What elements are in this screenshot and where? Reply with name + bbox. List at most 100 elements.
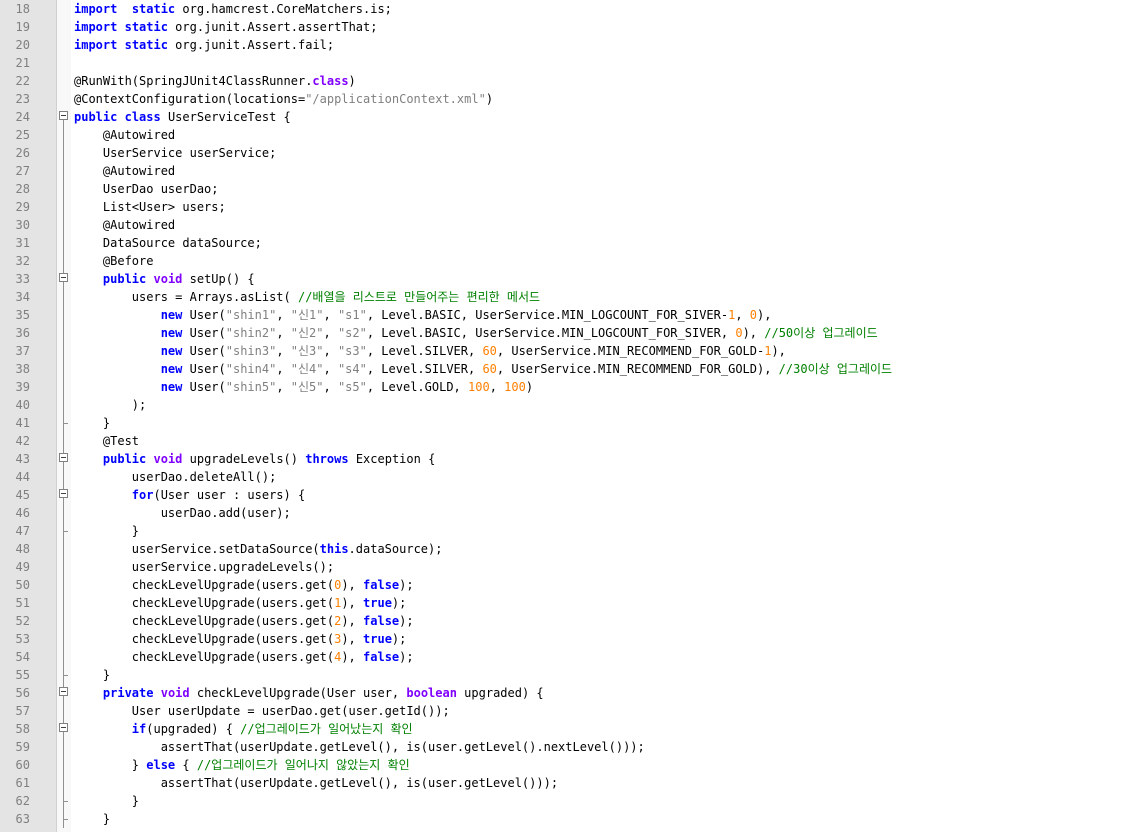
code-line[interactable]: 58 if(upgraded) { //업그레이드가 일어났는지 확인 [0, 720, 1122, 738]
collapse-icon[interactable] [59, 687, 68, 696]
code-line[interactable]: 28 UserDao userDao; [0, 180, 1122, 198]
code-line[interactable]: 32 @Before [0, 252, 1122, 270]
code-line[interactable]: 19 import static org.junit.Assert.assertT… [0, 18, 1122, 36]
fold-marker[interactable] [58, 684, 71, 702]
code-text: checkLevelUpgrade(users.get(3), true); [74, 630, 407, 648]
code-line[interactable]: 54 checkLevelUpgrade(users.get(4), false… [0, 648, 1122, 666]
code-line[interactable]: 21 [0, 54, 1122, 72]
code-line[interactable]: 18 import static org.hamcrest.CoreMatcher… [0, 0, 1122, 18]
code-line[interactable]: 52 checkLevelUpgrade(users.get(2), false… [0, 612, 1122, 630]
code-number: 60 [482, 362, 497, 376]
code-line[interactable]: 50 checkLevelUpgrade(users.get(0), false… [0, 576, 1122, 594]
fold-marker [58, 198, 71, 216]
code-line[interactable]: 45 for(User user : users) { [0, 486, 1122, 504]
code-line[interactable]: 49 userService.upgradeLevels(); [0, 558, 1122, 576]
collapse-icon[interactable] [59, 489, 68, 498]
code-text: public void upgradeLevels() throws Excep… [74, 450, 435, 468]
code-comment: //30이상 업그레이드 [778, 362, 893, 376]
code-keyword: void [160, 686, 190, 700]
line-number: 51 [15, 596, 30, 610]
code-line[interactable]: 44 userDao.deleteAll(); [0, 468, 1122, 486]
fold-end-marker [63, 675, 68, 676]
line-number: 28 [15, 182, 30, 196]
code-text: checkLevelUpgrade(users.get(2), false); [74, 612, 414, 630]
code-line[interactable]: 36 new User("shin2", "신2", "s2", Level.B… [0, 324, 1122, 342]
code-keyword: static [131, 2, 176, 16]
code-token: @ContextConfiguration(locations= [74, 92, 306, 106]
fold-marker [58, 468, 71, 486]
code-line[interactable]: 29 List<User> users; [0, 198, 1122, 216]
code-keyword: false [363, 614, 400, 628]
code-line[interactable]: 30 @Autowired [0, 216, 1122, 234]
code-line[interactable]: 40 ); [0, 396, 1122, 414]
fold-marker [58, 414, 71, 432]
code-line[interactable]: 24 public class UserServiceTest { [0, 108, 1122, 126]
code-text: import static org.junit.Assert.fail; [74, 36, 334, 54]
collapse-icon[interactable] [59, 273, 68, 282]
code-line[interactable]: 62 } [0, 792, 1122, 810]
code-line[interactable]: 25 @Autowired [0, 126, 1122, 144]
code-line[interactable]: 53 checkLevelUpgrade(users.get(3), true)… [0, 630, 1122, 648]
code-line[interactable]: 37 new User("shin3", "신3", "s3", Level.S… [0, 342, 1122, 360]
fold-marker[interactable] [58, 450, 71, 468]
code-line[interactable]: 55 } [0, 666, 1122, 684]
code-token: } [74, 812, 111, 826]
fold-marker[interactable] [58, 720, 71, 738]
code-line[interactable]: 48 userService.setDataSource(this.dataSo… [0, 540, 1122, 558]
code-token: Exception { [348, 452, 436, 466]
code-line[interactable]: 43 public void upgradeLevels() throws Ex… [0, 450, 1122, 468]
fold-guide [63, 126, 64, 144]
fold-marker [58, 72, 71, 90]
code-line[interactable]: 56 private void checkLevelUpgrade(User u… [0, 684, 1122, 702]
code-number: 0 [735, 326, 743, 340]
code-line[interactable]: 61 assertThat(userUpdate.getLevel(), is(… [0, 774, 1122, 792]
code-line[interactable]: 20 import static org.junit.Assert.fail; [0, 36, 1122, 54]
code-text: UserService userService; [74, 144, 276, 162]
collapse-icon[interactable] [59, 723, 68, 732]
code-keyword: import [74, 20, 118, 34]
line-number: 48 [15, 542, 30, 556]
code-line[interactable]: 23 @ContextConfiguration(locations="/appl… [0, 90, 1122, 108]
code-text: @Autowired [74, 126, 175, 144]
code-line[interactable]: 57 User userUpdate = userDao.get(user.ge… [0, 702, 1122, 720]
code-line[interactable]: 51 checkLevelUpgrade(users.get(1), true)… [0, 594, 1122, 612]
code-line[interactable]: 60 } else { //업그레이드가 일어나지 않았는지 확인 [0, 756, 1122, 774]
code-line[interactable]: 39 new User("shin5", "신5", "s5", Level.G… [0, 378, 1122, 396]
fold-marker [58, 774, 71, 792]
code-line[interactable]: 42 @Test [0, 432, 1122, 450]
code-token: , Level.BASIC, UserService.MIN_LOGCOUNT_… [366, 326, 736, 340]
fold-marker[interactable] [58, 270, 71, 288]
code-token: User( [182, 326, 226, 340]
fold-marker[interactable] [58, 486, 71, 504]
collapse-icon[interactable] [59, 453, 68, 462]
fold-marker [58, 540, 71, 558]
code-line[interactable]: 41 } [0, 414, 1122, 432]
code-string: "shin5" [225, 380, 277, 394]
line-number: 58 [15, 722, 30, 736]
code-line[interactable]: 22 @RunWith(SpringJUnit4ClassRunner.class… [0, 72, 1122, 90]
code-text: ); [74, 396, 146, 414]
fold-marker [58, 288, 71, 306]
code-line[interactable]: 35 new User("shin1", "신1", "s1", Level.B… [0, 306, 1122, 324]
code-line[interactable]: 46 userDao.add(user); [0, 504, 1122, 522]
code-line[interactable]: 31 DataSource dataSource; [0, 234, 1122, 252]
code-text: UserDao userDao; [74, 180, 219, 198]
code-editor[interactable]: 18 import static org.hamcrest.CoreMatcher… [0, 0, 1122, 832]
code-token: , [276, 344, 291, 358]
code-line[interactable]: 26 UserService userService; [0, 144, 1122, 162]
fold-marker [58, 36, 71, 54]
code-line[interactable]: 27 @Autowired [0, 162, 1122, 180]
fold-marker[interactable] [58, 108, 71, 126]
code-line[interactable]: 59 assertThat(userUpdate.getLevel(), is(… [0, 738, 1122, 756]
code-line[interactable]: 63 } [0, 810, 1122, 828]
code-line[interactable]: 33 public void setUp() { [0, 270, 1122, 288]
code-line[interactable]: 47 } [0, 522, 1122, 540]
line-number: 49 [15, 560, 30, 574]
code-string: "shin1" [225, 308, 277, 322]
collapse-icon[interactable] [59, 111, 68, 120]
line-number: 23 [15, 92, 30, 106]
code-line[interactable]: 38 new User("shin4", "신4", "s4", Level.S… [0, 360, 1122, 378]
code-line[interactable]: 34 users = Arrays.asList( //배열을 리스트로 만들어… [0, 288, 1122, 306]
code-text: List<User> users; [74, 198, 226, 216]
